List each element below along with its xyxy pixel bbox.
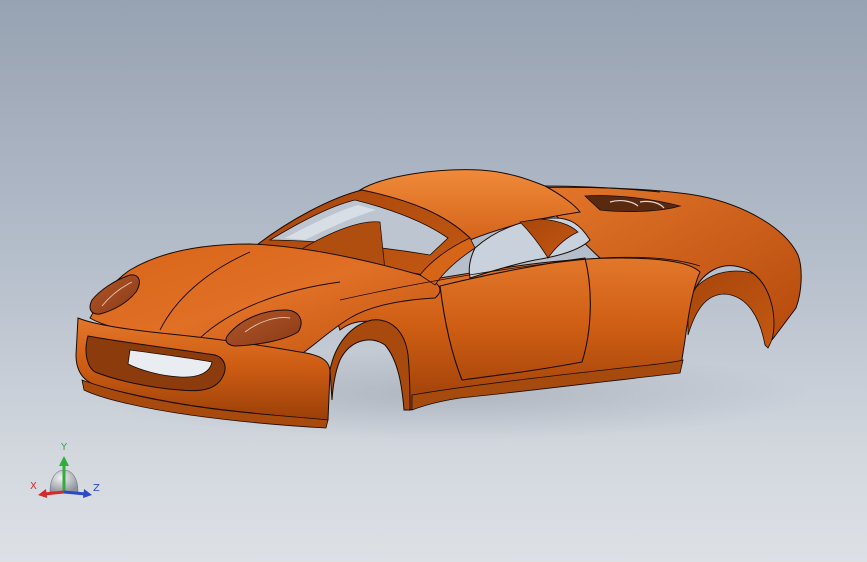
x-axis-arrow bbox=[38, 489, 47, 498]
car-body-model[interactable] bbox=[0, 0, 867, 562]
y-axis-label: Y bbox=[61, 442, 68, 453]
view-triad[interactable]: Y X Z bbox=[26, 440, 110, 510]
triad-graphic bbox=[38, 456, 92, 498]
z-axis-label: Z bbox=[93, 483, 100, 494]
z-axis-line bbox=[63, 490, 87, 496]
graphics-viewport[interactable]: Y X Z bbox=[0, 0, 867, 562]
z-axis-arrow bbox=[83, 489, 92, 498]
x-axis-label: X bbox=[30, 481, 37, 492]
y-axis-arrow bbox=[59, 456, 69, 466]
x-axis-line bbox=[43, 490, 65, 496]
